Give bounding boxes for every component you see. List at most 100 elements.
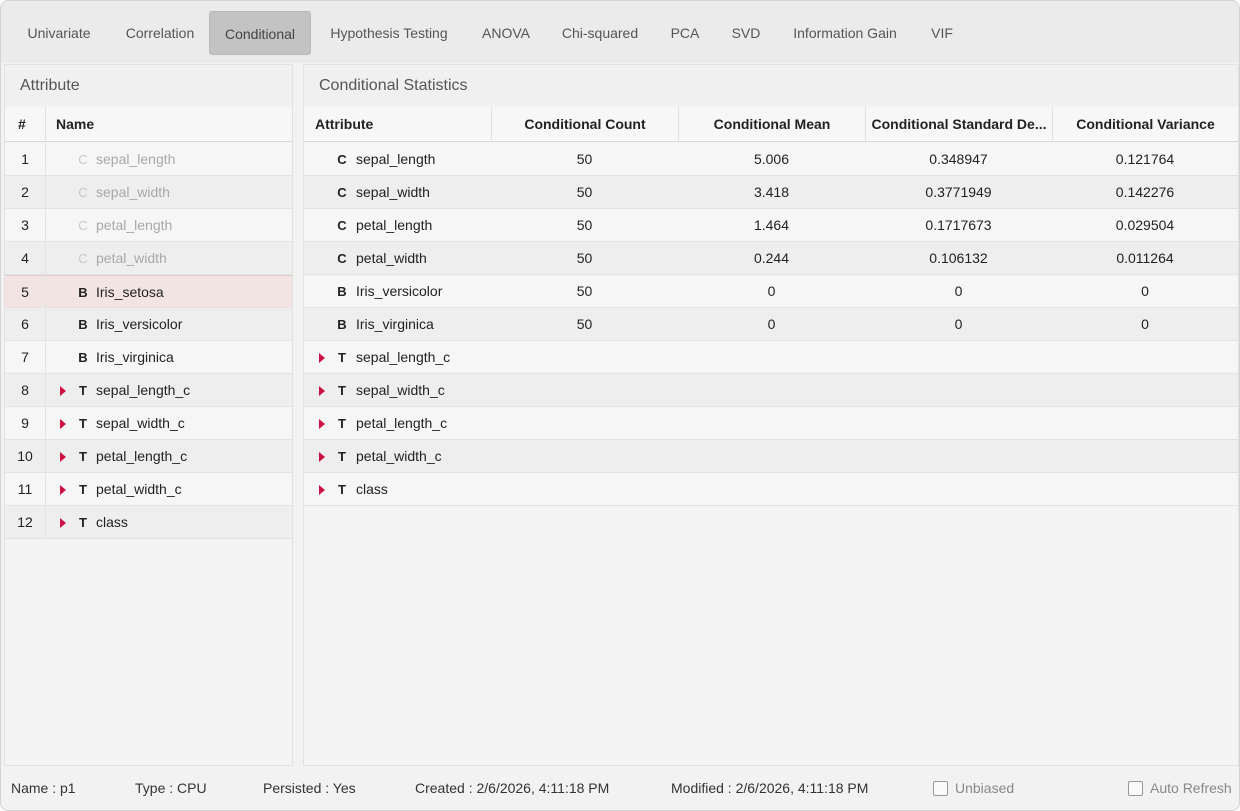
column-header-attribute[interactable]: Attribute — [315, 107, 373, 142]
index-divider — [45, 276, 46, 307]
row-index: 1 — [21, 151, 29, 167]
table-row[interactable]: 10 Tpetal_length_c — [5, 440, 292, 473]
table-row[interactable]: 9 Tsepal_width_c — [5, 407, 292, 440]
caret-right-icon[interactable] — [60, 419, 66, 429]
table-row[interactable]: Cpetal_length 50 1.464 0.1717673 0.029504 — [304, 209, 1238, 242]
unbiased-label[interactable]: Unbiased — [955, 769, 1014, 807]
conditional-mean-cell — [678, 407, 865, 440]
conditional-std-dev-cell: 0.1717673 — [925, 217, 992, 233]
table-row[interactable]: Tsepal_length_c — [304, 341, 1238, 374]
caret-right-icon[interactable] — [60, 386, 66, 396]
conditional-mean-cell: 0.244 — [753, 250, 790, 266]
tab-svd[interactable]: SVD — [718, 11, 774, 55]
table-row[interactable]: 5 B Iris_setosa — [5, 275, 292, 308]
conditional-count-cell: 50 — [576, 250, 593, 266]
column-header-variance[interactable]: Conditional Variance — [1052, 107, 1238, 142]
conditional-mean-cell — [678, 341, 865, 374]
row-index: 2 — [21, 184, 29, 200]
conditional-count-cell — [491, 407, 678, 440]
table-row[interactable]: Cpetal_width 50 0.244 0.106132 0.011264 — [304, 242, 1238, 275]
table-row[interactable]: B Iris_virginica 50 0 0 0 — [304, 308, 1238, 341]
conditional-std-dev-cell — [865, 407, 1052, 440]
column-header-std-dev[interactable]: Conditional Standard De... — [865, 107, 1052, 142]
caret-right-icon[interactable] — [319, 419, 325, 429]
unbiased-checkbox[interactable] — [933, 781, 948, 796]
type-badge: T — [338, 449, 346, 464]
table-row[interactable]: 8 Tsepal_length_c — [5, 374, 292, 407]
table-row[interactable]: Tclass — [304, 473, 1238, 506]
status-type: Type : CPU — [135, 780, 207, 796]
tab-correlation[interactable]: Correlation — [108, 11, 212, 55]
conditional-std-dev-cell — [865, 473, 1052, 506]
row-index: 5 — [21, 284, 29, 300]
conditional-count-cell: 50 — [576, 316, 593, 332]
attribute-name: petal_length — [96, 217, 173, 233]
conditional-variance-cell: 0 — [1141, 316, 1149, 332]
table-row[interactable]: 7 B Iris_virginica — [5, 341, 292, 374]
index-divider — [45, 473, 46, 505]
index-divider — [45, 374, 46, 406]
column-header-name[interactable]: Name — [45, 107, 292, 142]
table-row[interactable]: 1 Csepal_length — [5, 143, 292, 176]
statistics-table-header: Attribute Conditional Count Conditional … — [304, 107, 1238, 142]
conditional-count-cell: 50 — [576, 217, 593, 233]
type-badge: T — [79, 449, 87, 464]
type-badge: B — [337, 317, 347, 332]
tab-univariate[interactable]: Univariate — [11, 11, 107, 55]
tab-vif[interactable]: VIF — [916, 11, 968, 55]
table-row[interactable]: 12 Tclass — [5, 506, 292, 539]
table-row[interactable]: 11 Tpetal_width_c — [5, 473, 292, 506]
attribute-name: sepal_width_c — [356, 382, 445, 398]
conditional-mean-cell: 1.464 — [753, 217, 790, 233]
caret-right-icon[interactable] — [319, 353, 325, 363]
table-row[interactable]: B Iris_versicolor 50 0 0 0 — [304, 275, 1238, 308]
attribute-name: sepal_width — [356, 184, 430, 200]
conditional-variance-cell: 0.121764 — [1115, 151, 1175, 167]
table-row[interactable]: 4 Cpetal_width — [5, 242, 292, 275]
table-row[interactable]: 2 Csepal_width — [5, 176, 292, 209]
column-header-mean[interactable]: Conditional Mean — [678, 107, 865, 142]
table-row[interactable]: 3 Cpetal_length — [5, 209, 292, 242]
caret-right-icon[interactable] — [60, 452, 66, 462]
tab-pca[interactable]: PCA — [656, 11, 714, 55]
row-index: 12 — [17, 514, 33, 530]
auto-refresh-label[interactable]: Auto Refresh — [1150, 769, 1232, 807]
conditional-count-cell: 50 — [576, 184, 593, 200]
conditional-count-cell — [491, 440, 678, 473]
tab-anova[interactable]: ANOVA — [468, 11, 544, 55]
index-divider — [45, 407, 46, 439]
caret-right-icon[interactable] — [319, 485, 325, 495]
tab-information-gain[interactable]: Information Gain — [778, 11, 912, 55]
tab-conditional[interactable]: Conditional — [209, 11, 311, 55]
conditional-mean-cell — [678, 440, 865, 473]
caret-right-icon[interactable] — [60, 485, 66, 495]
index-divider — [45, 308, 46, 340]
table-row[interactable]: Tpetal_width_c — [304, 440, 1238, 473]
column-header-index[interactable]: # — [18, 107, 26, 142]
type-badge: C — [337, 185, 347, 200]
caret-right-icon[interactable] — [60, 518, 66, 528]
table-row[interactable]: Csepal_width 50 3.418 0.3771949 0.142276 — [304, 176, 1238, 209]
attribute-name: Iris_versicolor — [356, 283, 443, 299]
caret-right-icon[interactable] — [319, 386, 325, 396]
table-row[interactable]: Csepal_length 50 5.006 0.348947 0.121764 — [304, 143, 1238, 176]
conditional-count-cell — [491, 341, 678, 374]
index-divider — [45, 143, 46, 175]
column-header-count[interactable]: Conditional Count — [491, 107, 678, 142]
attribute-name: Iris_virginica — [96, 349, 174, 365]
caret-right-icon[interactable] — [319, 452, 325, 462]
table-row[interactable]: Tpetal_length_c — [304, 407, 1238, 440]
table-row[interactable]: 6 B Iris_versicolor — [5, 308, 292, 341]
tab-hypothesis-testing[interactable]: Hypothesis Testing — [315, 11, 463, 55]
type-badge: C — [337, 152, 347, 167]
table-row[interactable]: Tsepal_width_c — [304, 374, 1238, 407]
auto-refresh-checkbox[interactable] — [1128, 781, 1143, 796]
conditional-variance-cell — [1052, 473, 1238, 506]
type-badge: T — [338, 482, 346, 497]
attribute-name: Iris_virginica — [356, 316, 434, 332]
conditional-count-cell — [491, 473, 678, 506]
row-index: 11 — [17, 481, 33, 497]
tab-chi-squared[interactable]: Chi-squared — [548, 11, 652, 55]
attribute-name: sepal_length_c — [96, 382, 191, 398]
index-divider — [45, 506, 46, 538]
